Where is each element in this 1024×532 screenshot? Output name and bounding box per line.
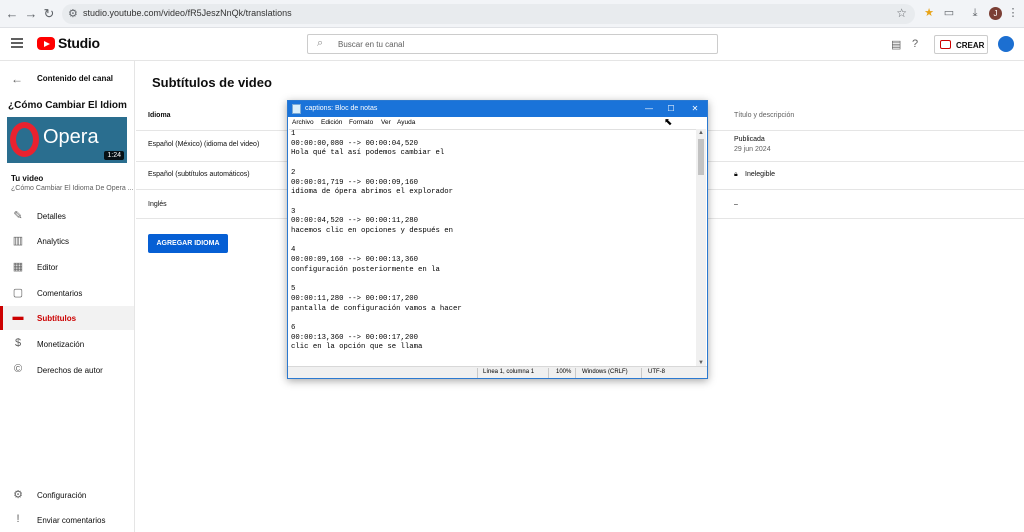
row-language: Inglés — [148, 201, 167, 208]
copyright-icon: © — [13, 363, 23, 375]
notepad-statusbar: Línea 1, columna 1 100% Windows (CRLF) U… — [288, 366, 707, 378]
row-date: 29 jun 2024 — [734, 146, 771, 153]
row-status: Inelegible — [745, 171, 775, 178]
menu-dots-icon[interactable]: ⋮ — [1006, 6, 1020, 20]
sidebar: ← Contenido del canal ¿Cómo Cambiar El I… — [0, 61, 135, 532]
youtube-logo-icon[interactable] — [37, 37, 55, 50]
sidebar-item-settings[interactable]: ⚙ Configuración — [0, 483, 134, 507]
sidebar-item-label: Comentarios — [37, 289, 83, 298]
row-status: – — [734, 201, 738, 208]
sidebar-item-comments[interactable]: ▢ Comentarios — [0, 281, 134, 305]
vertical-scrollbar[interactable]: ▲ ▼ — [696, 129, 706, 366]
sidebar-item-label: Enviar comentarios — [37, 516, 106, 525]
mouse-pointer-icon: ⬉ — [664, 117, 673, 128]
notepad-icon — [292, 104, 301, 114]
encoding: UTF-8 — [648, 369, 665, 375]
bookmark-star-icon[interactable]: ☆ — [896, 6, 907, 20]
notepad-window: captions: Bloc de notas — ☐ ✕ Archivo Ed… — [287, 100, 708, 379]
hamburger-menu-icon[interactable] — [11, 38, 23, 48]
create-button[interactable]: CREAR — [934, 35, 988, 54]
sidebar-item-analytics[interactable]: ▥ Analytics — [0, 229, 134, 253]
menu-edicion[interactable]: Edición — [321, 119, 342, 126]
studio-brand: Studio — [58, 35, 100, 51]
zoom-level: 100% — [556, 369, 572, 375]
channel-content-link[interactable]: Contenido del canal — [37, 74, 113, 83]
row-language: Español (México) (idioma del video) — [148, 141, 260, 148]
sidebar-item-subtitles[interactable]: ▬ Subtítulos — [0, 306, 134, 330]
sidebar-item-label: Subtítulos — [37, 314, 77, 323]
notepad-titlebar[interactable]: captions: Bloc de notas — ☐ ✕ — [288, 101, 707, 117]
menu-ayuda[interactable]: Ayuda — [397, 119, 415, 126]
video-thumbnail[interactable]: ¿Cómo Cambiar El Idioma? Opera 1:24 — [7, 95, 127, 163]
search-input[interactable]: ⌕ Buscar en tu canal — [307, 34, 718, 54]
comments-icon: ▢ — [12, 287, 24, 299]
sidebar-item-feedback[interactable]: ! Enviar comentarios — [0, 508, 134, 532]
sidebar-item-label: Editor — [37, 263, 58, 272]
gear-icon: ⚙ — [13, 489, 23, 501]
cursor-position: Línea 1, columna 1 — [483, 369, 535, 375]
pencil-icon: ✎ — [13, 210, 23, 222]
analytics-icon: ▥ — [12, 235, 24, 247]
browser-toolbar: ← → ↻ ⚙ studio.youtube.com/video/fR5Jesz… — [0, 0, 1024, 28]
video-duration: 1:24 — [104, 151, 124, 160]
notepad-menubar: Archivo Edición Formato Ver Ayuda — [288, 117, 707, 128]
forward-icon[interactable]: → — [23, 6, 39, 22]
dollar-icon: $ — [14, 337, 22, 349]
sidebar-item-editor[interactable]: ▦ Editor — [0, 255, 134, 279]
video-title: ¿Cómo Cambiar El Idioma De Opera ... — [11, 185, 134, 192]
page-title: Subtítulos de video — [152, 75, 272, 90]
sidebar-item-details[interactable]: ✎ Detalles — [0, 204, 134, 228]
your-video-label: Tu video — [11, 174, 44, 183]
scrollbar-thumb[interactable] — [698, 139, 704, 175]
profile-avatar[interactable]: J — [989, 7, 1002, 20]
editor-icon: ▦ — [12, 261, 24, 273]
column-title-description: Título y descripción — [734, 112, 795, 119]
address-bar[interactable]: ⚙ studio.youtube.com/video/fR5JeszNnQk/t… — [62, 4, 915, 24]
line-ending: Windows (CRLF) — [582, 369, 628, 375]
sidebar-item-label: Detalles — [37, 212, 66, 221]
maximize-icon[interactable]: ☐ — [659, 101, 683, 117]
minimize-icon[interactable]: — — [637, 101, 661, 117]
back-arrow-icon[interactable]: ← — [11, 72, 23, 86]
row-language: Español (subtítulos automáticos) — [148, 171, 250, 178]
download-icon[interactable]: ⤓ — [968, 6, 982, 20]
scroll-up-icon[interactable]: ▲ — [698, 130, 704, 136]
help-icon[interactable]: ? — [912, 38, 918, 50]
row-status[interactable]: Publicada — [734, 136, 765, 143]
sidebar-item-label: Analytics — [37, 237, 70, 246]
video-camera-icon — [940, 40, 951, 49]
thumbnail-brand: Opera — [43, 126, 99, 148]
sidebar-item-label: Derechos de autor — [37, 366, 103, 375]
channel-avatar[interactable] — [998, 36, 1014, 52]
add-language-button[interactable]: AGREGAR IDIOMA — [148, 234, 228, 253]
studio-header: Studio ⌕ Buscar en tu canal ▤ ? CREAR — [0, 28, 1024, 61]
notepad-title: captions: Bloc de notas — [305, 105, 378, 112]
create-label: CREAR — [956, 41, 985, 50]
search-icon: ⌕ — [317, 37, 324, 49]
site-info-icon[interactable]: ⚙ — [68, 7, 78, 20]
extension-icon[interactable]: ★ — [922, 6, 936, 20]
notepad-content: 1 00:00:00,080 --> 00:00:04,520 Hola qué… — [291, 130, 462, 352]
url-text: studio.youtube.com/video/fR5JeszNnQk/tra… — [83, 8, 292, 18]
captions-icon[interactable]: ▤ — [891, 38, 901, 51]
column-language: Idioma — [148, 112, 171, 119]
notepad-text-area[interactable]: 1 00:00:00,080 --> 00:00:04,520 Hola qué… — [289, 129, 696, 366]
extension-icon[interactable]: ▭ — [942, 6, 956, 20]
back-icon[interactable]: ← — [4, 6, 20, 22]
sidebar-item-label: Configuración — [37, 491, 87, 500]
search-placeholder: Buscar en tu canal — [338, 40, 405, 49]
sidebar-item-copyright[interactable]: © Derechos de autor — [0, 358, 134, 382]
menu-archivo[interactable]: Archivo — [292, 119, 314, 126]
sidebar-item-monetization[interactable]: $ Monetización — [0, 332, 134, 356]
reload-icon[interactable]: ↻ — [41, 6, 57, 22]
opera-logo-icon — [10, 122, 39, 157]
close-icon[interactable]: ✕ — [683, 101, 707, 117]
lock-icon: 🔒︎ — [734, 171, 738, 178]
subtitles-icon: ▬ — [12, 311, 24, 323]
menu-formato[interactable]: Formato — [349, 119, 373, 126]
feedback-icon: ! — [16, 513, 20, 525]
menu-ver[interactable]: Ver — [381, 119, 391, 126]
thumbnail-title: ¿Cómo Cambiar El Idioma? — [8, 100, 127, 111]
sidebar-item-label: Monetización — [37, 340, 85, 349]
